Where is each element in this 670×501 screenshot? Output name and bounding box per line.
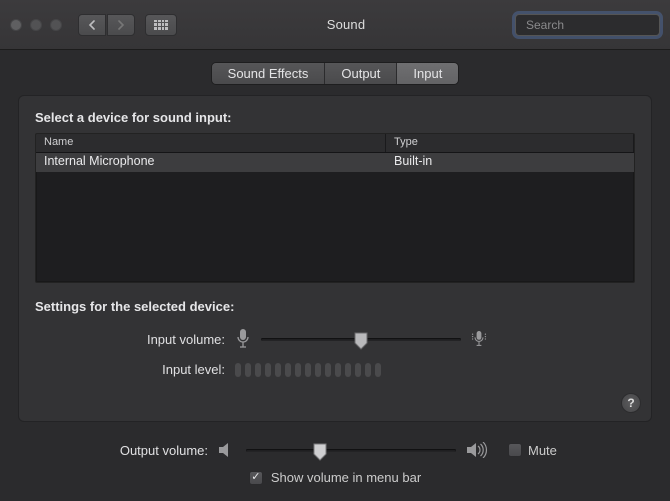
chevron-left-icon — [88, 20, 96, 30]
show-in-menu-checkbox[interactable] — [249, 471, 263, 485]
mic-high-icon — [471, 328, 487, 350]
col-type[interactable]: Type — [386, 134, 634, 152]
input-volume-control — [235, 328, 487, 350]
window-title: Sound — [187, 17, 505, 32]
tab-output[interactable]: Output — [325, 63, 397, 84]
output-volume-label: Output volume: — [18, 443, 208, 458]
device-type: Built-in — [386, 153, 634, 172]
input-panel: Select a device for sound input: Name Ty… — [18, 95, 652, 422]
speaker-high-icon — [466, 442, 488, 458]
speaker-low-icon — [218, 442, 236, 458]
search-field[interactable] — [515, 14, 660, 36]
show-in-menu-label: Show volume in menu bar — [271, 470, 421, 485]
back-button[interactable] — [78, 14, 106, 36]
input-level-meter — [235, 363, 381, 377]
table-header: Name Type — [36, 134, 634, 153]
tabs-segmented: Sound Effects Output Input — [211, 62, 460, 85]
select-device-label: Select a device for sound input: — [35, 110, 635, 125]
chevron-right-icon — [117, 20, 125, 30]
device-name: Internal Microphone — [36, 153, 386, 172]
settings-label: Settings for the selected device: — [35, 299, 635, 314]
toolbar: Sound — [0, 0, 670, 50]
mute-checkbox[interactable] — [508, 443, 522, 457]
minimize-window-button[interactable] — [30, 19, 42, 31]
input-level-label: Input level: — [35, 362, 225, 377]
col-name[interactable]: Name — [36, 134, 386, 152]
input-volume-slider[interactable] — [261, 331, 461, 347]
grid-icon — [154, 20, 168, 30]
mute-label: Mute — [528, 443, 557, 458]
show-all-button[interactable] — [145, 14, 177, 36]
input-devices-table: Name Type Internal Microphone Built-in — [35, 133, 635, 283]
forward-button[interactable] — [107, 14, 135, 36]
zoom-window-button[interactable] — [50, 19, 62, 31]
window-controls — [10, 19, 62, 31]
nav-buttons — [78, 14, 135, 36]
tab-input[interactable]: Input — [397, 63, 458, 84]
table-row[interactable]: Internal Microphone Built-in — [36, 153, 634, 172]
close-window-button[interactable] — [10, 19, 22, 31]
input-volume-label: Input volume: — [35, 332, 225, 347]
mic-low-icon — [235, 328, 251, 350]
output-volume-slider[interactable] — [246, 442, 456, 458]
tab-sound-effects[interactable]: Sound Effects — [212, 63, 326, 84]
search-input[interactable] — [526, 18, 670, 32]
footer: Output volume: Mute Show volume in menu … — [0, 432, 670, 485]
help-button[interactable]: ? — [621, 393, 641, 413]
